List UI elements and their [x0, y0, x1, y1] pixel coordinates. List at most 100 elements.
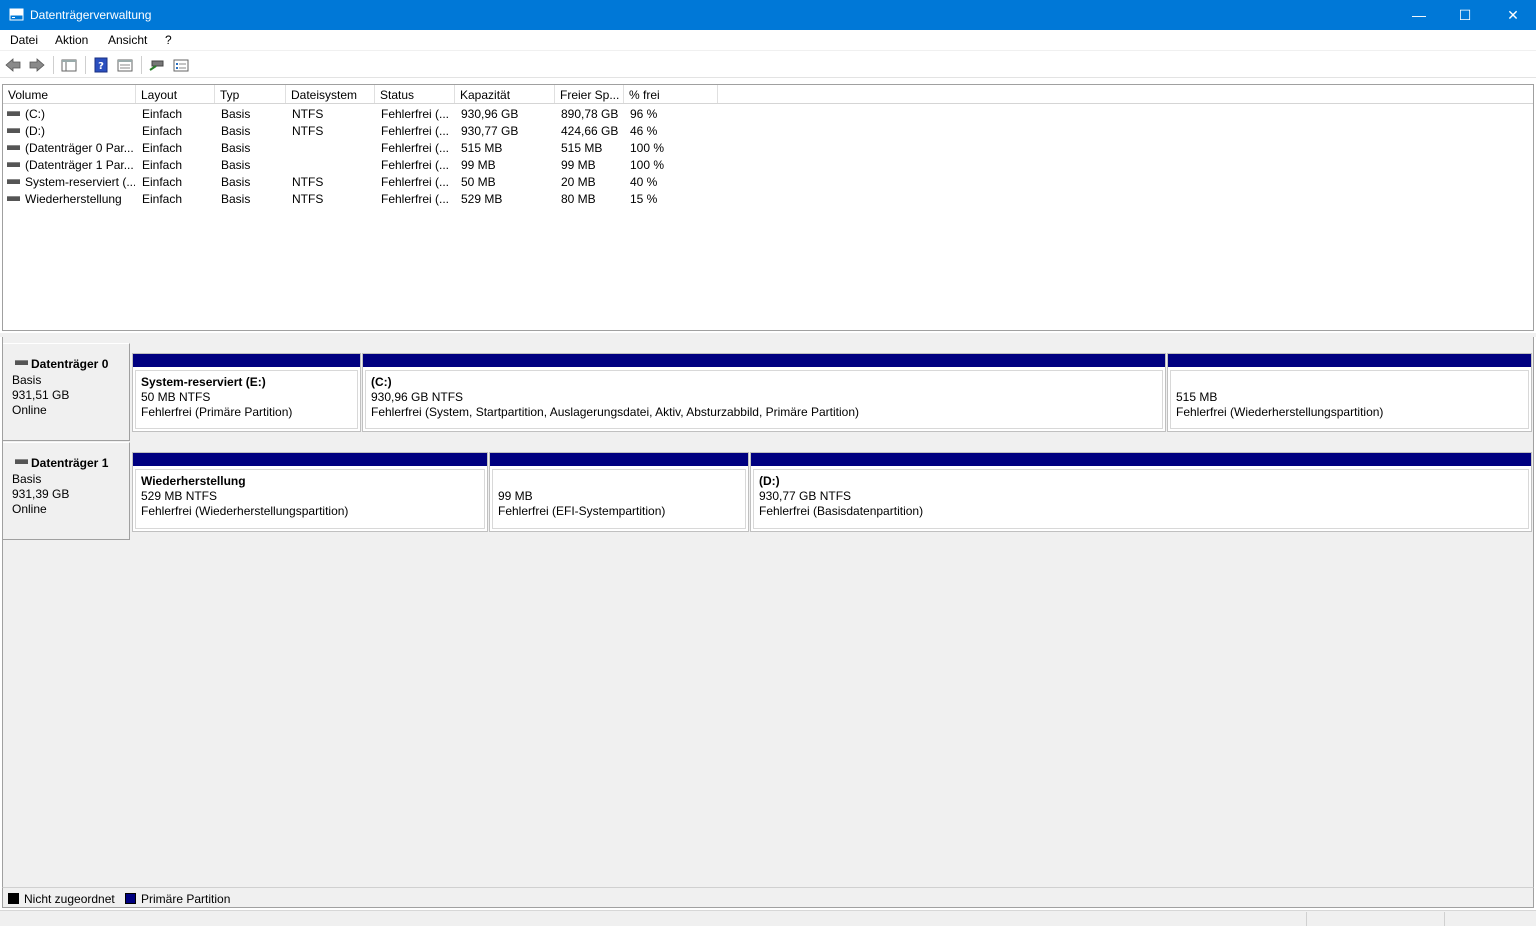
- cell-layout: Einfach: [142, 192, 183, 206]
- settings-list-icon[interactable]: [172, 57, 190, 73]
- cell-typ: Basis: [221, 141, 251, 155]
- disk-size: 931,39 GB: [12, 487, 70, 501]
- cell-status: Fehlerfrei (...: [381, 192, 450, 206]
- legend-swatch-unallocated: [8, 893, 19, 904]
- disk-label-0[interactable]: Datenträger 0 Basis 931,51 GB Online: [3, 343, 130, 441]
- legend-swatch-primary: [125, 893, 136, 904]
- toolbar-separator: [85, 56, 86, 74]
- partition-c[interactable]: (C:) 930,96 GB NTFS Fehlerfrei (System, …: [362, 353, 1166, 432]
- partition-body: 515 MB Fehlerfrei (Wiederherstellungspar…: [1170, 370, 1529, 429]
- cell-prozent-frei: 96 %: [630, 107, 658, 121]
- legend-label-primary: Primäre Partition: [141, 892, 231, 906]
- help-icon[interactable]: ?: [92, 57, 110, 73]
- disk-state: Online: [12, 403, 47, 417]
- column-dateisystem[interactable]: Dateisystem: [286, 85, 375, 103]
- cell-volume: (D:): [25, 124, 45, 138]
- volume-icon: [7, 196, 20, 201]
- table-row[interactable]: (Datenträger 0 Par... Einfach Basis Fehl…: [3, 139, 1533, 156]
- cell-volume: (Datenträger 1 Par...: [25, 158, 134, 172]
- console-tree-icon[interactable]: [60, 57, 78, 73]
- volume-list[interactable]: Volume Layout Typ Dateisystem Status Kap…: [2, 84, 1534, 331]
- partition-body: Wiederherstellung 529 MB NTFS Fehlerfrei…: [135, 469, 485, 529]
- partition-color-bar: [133, 354, 360, 367]
- table-row[interactable]: (Datenträger 1 Par... Einfach Basis Fehl…: [3, 156, 1533, 173]
- partition-color-bar: [363, 354, 1165, 367]
- partition-color-bar: [1168, 354, 1531, 367]
- table-row[interactable]: System-reserviert (... Einfach Basis NTF…: [3, 173, 1533, 190]
- partition-color-bar: [751, 453, 1531, 466]
- cell-prozent-frei: 100 %: [630, 141, 665, 155]
- forward-arrow-icon[interactable]: [28, 57, 46, 73]
- partition-body: System-reserviert (E:) 50 MB NTFS Fehler…: [135, 370, 358, 429]
- partition-status: Fehlerfrei (EFI-Systempartition): [498, 504, 666, 518]
- partition-size: 930,77 GB NTFS: [759, 489, 852, 503]
- table-row[interactable]: (C:) Einfach Basis NTFS Fehlerfrei (... …: [3, 105, 1533, 122]
- partition-system-reserved[interactable]: System-reserviert (E:) 50 MB NTFS Fehler…: [132, 353, 361, 432]
- partition-status: Fehlerfrei (Basisdatenpartition): [759, 504, 924, 518]
- cell-typ: Basis: [221, 107, 251, 121]
- column-volume[interactable]: Volume: [3, 85, 136, 103]
- column-freier-speicher[interactable]: Freier Sp...: [555, 85, 624, 103]
- disk-name: Datenträger 1: [31, 456, 109, 470]
- cell-kapazitaet: 529 MB: [461, 192, 503, 206]
- volume-icon: [7, 128, 20, 133]
- column-prozent-frei[interactable]: % frei: [624, 85, 718, 103]
- disk-label-1[interactable]: Datenträger 1 Basis 931,39 GB Online: [3, 442, 130, 540]
- cell-dateisystem: NTFS: [292, 124, 324, 138]
- minimize-button[interactable]: —: [1396, 0, 1442, 30]
- back-arrow-icon[interactable]: [4, 57, 22, 73]
- cell-typ: Basis: [221, 124, 251, 138]
- cell-freier-speicher: 424,66 GB: [561, 124, 619, 138]
- cell-layout: Einfach: [142, 158, 183, 172]
- cell-freier-speicher: 890,78 GB: [561, 107, 619, 121]
- partition-size: 50 MB NTFS: [141, 390, 211, 404]
- column-kapazitaet[interactable]: Kapazität: [455, 85, 555, 103]
- menu-bar: Datei Aktion Ansicht ?: [0, 30, 1536, 51]
- cell-layout: Einfach: [142, 175, 183, 189]
- disk-row-0: Datenträger 0 Basis 931,51 GB Online Sys…: [3, 343, 1535, 441]
- cell-freier-speicher: 99 MB: [561, 158, 596, 172]
- cell-freier-speicher: 80 MB: [561, 192, 596, 206]
- close-button[interactable]: ✕: [1490, 0, 1536, 30]
- volume-icon: [7, 179, 20, 184]
- partition-body: 99 MB Fehlerfrei (EFI-Systempartition): [492, 469, 746, 529]
- cell-layout: Einfach: [142, 107, 183, 121]
- partition-recovery-disk0[interactable]: 515 MB Fehlerfrei (Wiederherstellungspar…: [1167, 353, 1532, 432]
- disk-icon: [15, 459, 28, 464]
- partition-recovery-disk1[interactable]: Wiederherstellung 529 MB NTFS Fehlerfrei…: [132, 452, 488, 532]
- rescan-icon[interactable]: [148, 57, 166, 73]
- cell-status: Fehlerfrei (...: [381, 107, 450, 121]
- volume-icon: [7, 145, 20, 150]
- cell-prozent-frei: 100 %: [630, 158, 665, 172]
- column-status[interactable]: Status: [375, 85, 455, 103]
- column-typ[interactable]: Typ: [215, 85, 286, 103]
- cell-dateisystem: NTFS: [292, 192, 324, 206]
- status-bar-separator: [1306, 912, 1307, 926]
- partition-d[interactable]: (D:) 930,77 GB NTFS Fehlerfrei (Basisdat…: [750, 452, 1532, 532]
- menu-datei[interactable]: Datei: [10, 33, 38, 47]
- menu-help[interactable]: ?: [165, 33, 172, 47]
- menu-aktion[interactable]: Aktion: [55, 33, 88, 47]
- cell-kapazitaet: 930,96 GB: [461, 107, 519, 121]
- partition-title: Wiederherstellung: [141, 474, 246, 488]
- column-layout[interactable]: Layout: [136, 85, 215, 103]
- cell-kapazitaet: 930,77 GB: [461, 124, 519, 138]
- menu-ansicht[interactable]: Ansicht: [108, 33, 147, 47]
- disk-icon: [15, 360, 28, 365]
- disk-type: Basis: [12, 373, 42, 387]
- cell-typ: Basis: [221, 192, 251, 206]
- partition-body: (C:) 930,96 GB NTFS Fehlerfrei (System, …: [365, 370, 1163, 429]
- status-bar: [0, 910, 1536, 926]
- cell-kapazitaet: 515 MB: [461, 141, 503, 155]
- cell-kapazitaet: 50 MB: [461, 175, 496, 189]
- toolbar-separator: [141, 56, 142, 74]
- properties-icon[interactable]: [116, 57, 134, 73]
- cell-layout: Einfach: [142, 141, 183, 155]
- maximize-button[interactable]: ☐: [1442, 0, 1488, 30]
- cell-volume: (Datenträger 0 Par...: [25, 141, 134, 155]
- table-row[interactable]: Wiederherstellung Einfach Basis NTFS Feh…: [3, 190, 1533, 207]
- partition-efi[interactable]: 99 MB Fehlerfrei (EFI-Systempartition): [489, 452, 749, 532]
- table-row[interactable]: (D:) Einfach Basis NTFS Fehlerfrei (... …: [3, 122, 1533, 139]
- cell-freier-speicher: 20 MB: [561, 175, 596, 189]
- title-bar: Datenträgerverwaltung — ☐ ✕: [0, 0, 1536, 30]
